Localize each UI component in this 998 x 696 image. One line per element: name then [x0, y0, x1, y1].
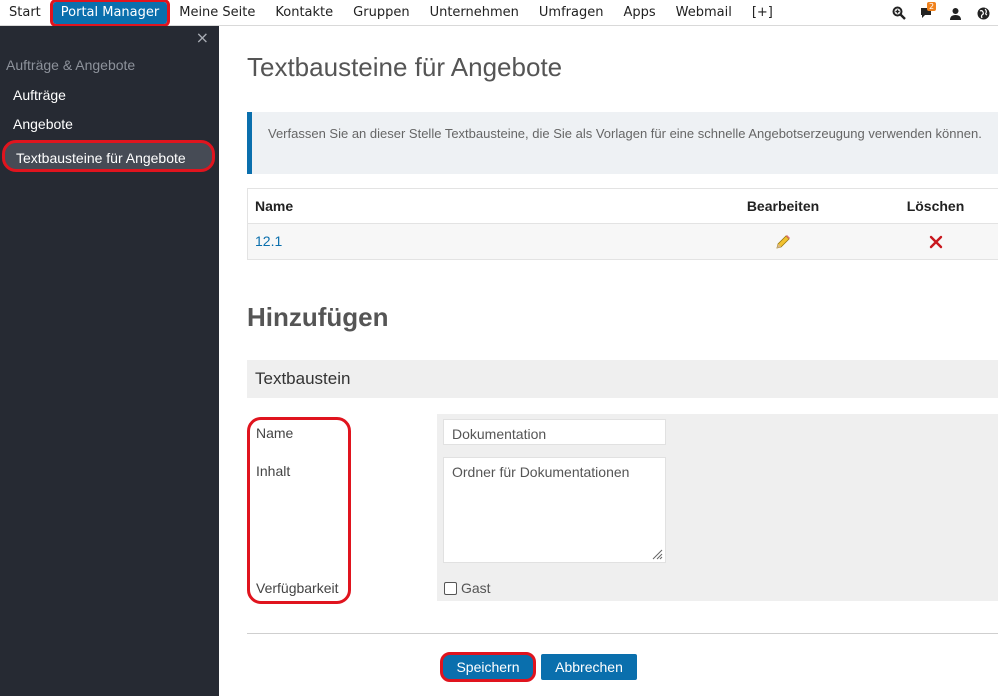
content-textarea[interactable]: Ordner für Dokumentationen — [443, 457, 666, 563]
row-name-link[interactable]: 12.1 — [255, 224, 282, 259]
page-title: Textbausteine für Angebote — [247, 52, 563, 82]
availability-label: Verfügbarkeit — [256, 580, 339, 596]
guest-checkbox[interactable] — [444, 581, 457, 595]
sidebar-item-angebote[interactable]: Angebote — [0, 110, 219, 139]
name-input[interactable]: Dokumentation — [443, 419, 666, 445]
user-icon[interactable] — [946, 4, 964, 22]
pencil-icon[interactable] — [718, 224, 848, 259]
form-section-header: Textbaustein — [247, 360, 998, 398]
nav-meine-seite[interactable]: Meine Seite — [169, 0, 265, 26]
globe-icon[interactable] — [974, 4, 992, 22]
cancel-button[interactable]: Abbrechen — [541, 654, 637, 680]
guest-checkbox-label: Gast — [461, 580, 491, 596]
save-button[interactable]: Speichern — [440, 652, 536, 682]
form-divider — [247, 633, 998, 634]
nav-start[interactable]: Start — [0, 0, 51, 26]
nav-apps[interactable]: Apps — [613, 0, 665, 26]
top-navigation: Start Portal Manager Meine Seite Kontakt… — [0, 0, 998, 27]
sidebar-section-title: Aufträge & Angebote — [6, 57, 136, 73]
delete-x-icon[interactable] — [888, 224, 983, 259]
chat-badge: 2 — [927, 2, 937, 11]
add-section-title: Hinzufügen — [247, 302, 389, 332]
name-label: Name — [256, 425, 294, 441]
info-box: Verfassen Sie an dieser Stelle Textbaust… — [247, 112, 998, 174]
nav-webmail[interactable]: Webmail — [666, 0, 742, 26]
nav-umfragen[interactable]: Umfragen — [529, 0, 614, 26]
nav-gruppen[interactable]: Gruppen — [343, 0, 419, 26]
column-header-name: Name — [255, 198, 294, 214]
nav-kontakte[interactable]: Kontakte — [265, 0, 343, 26]
search-zoom-icon[interactable] — [890, 4, 908, 22]
resize-grip-icon[interactable] — [651, 548, 663, 560]
column-header-edit: Bearbeiten — [746, 198, 820, 214]
topnav-icons: 2 — [890, 0, 992, 26]
column-header-delete: Löschen — [906, 198, 965, 214]
sidebar: × Aufträge & Angebote Aufträge Angebote … — [0, 26, 219, 696]
sidebar-close-icon[interactable]: × — [196, 28, 209, 47]
nav-unternehmen[interactable]: Unternehmen — [420, 0, 529, 26]
nav-add-more[interactable]: [+] — [742, 0, 783, 26]
table-header-row: Name Bearbeiten Löschen — [248, 189, 998, 224]
guest-checkbox-option[interactable]: Gast — [444, 580, 491, 596]
content-label: Inhalt — [256, 463, 291, 479]
nav-portal-manager[interactable]: Portal Manager — [49, 0, 171, 27]
textbausteine-table: Name Bearbeiten Löschen 12.1 — [247, 188, 998, 260]
sidebar-item-textbausteine[interactable]: Textbausteine für Angebote — [2, 140, 215, 172]
content-textarea-value: Ordner für Dokumentationen — [452, 464, 630, 480]
table-row: 12.1 — [248, 224, 998, 259]
labels-highlight — [247, 417, 351, 604]
sidebar-item-auftraege[interactable]: Aufträge — [0, 81, 219, 110]
chat-icon[interactable]: 2 — [918, 2, 937, 22]
